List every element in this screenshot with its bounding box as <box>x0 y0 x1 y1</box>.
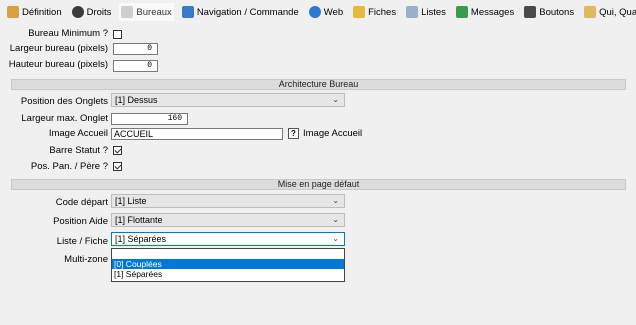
list-icon <box>406 6 419 18</box>
tab-bar: Définition Droits Bureaux Navigation / C… <box>0 0 636 24</box>
folder-icon <box>353 6 366 18</box>
section-architecture-bureau: Architecture Bureau <box>11 79 626 90</box>
tab-boutons[interactable]: Boutons <box>522 3 576 21</box>
hauteur-bureau-label: Hauteur bureau (pixels) <box>8 59 108 70</box>
dropdown-spacer <box>112 249 344 259</box>
barre-statut-label: Barre Statut ? <box>49 145 108 156</box>
navigation-icon <box>181 6 194 18</box>
dropdown-option[interactable]: [0] Couplées <box>112 259 344 269</box>
chevron-down-icon: ⌄ <box>332 95 339 104</box>
pos-pan-checkbox[interactable] <box>113 162 122 171</box>
position-aide-value: [1] Flottante <box>115 215 163 225</box>
largeur-bureau-label: Largeur bureau (pixels) <box>9 43 108 54</box>
globe-icon <box>308 6 321 18</box>
position-onglets-select[interactable]: [1] Dessus ⌄ <box>111 93 345 107</box>
hauteur-bureau-input[interactable]: 0 <box>113 60 158 72</box>
tab-fiches[interactable]: Fiches <box>351 3 398 21</box>
position-onglets-value: [1] Dessus <box>115 95 158 105</box>
messages-icon <box>455 6 468 18</box>
pos-pan-label: Pos. Pan. / Père ? <box>30 161 108 172</box>
liste-fiche-label: Liste / Fiche <box>56 236 108 247</box>
tab-listes[interactable]: Listes <box>404 3 448 21</box>
position-aide-label: Position Aide <box>53 216 108 227</box>
bureau-minimum-checkbox[interactable] <box>113 30 122 39</box>
liste-fiche-dropdown: [0] Couplées [1] Séparées <box>111 248 345 282</box>
who-when-icon <box>584 6 597 18</box>
section-mise-en-page: Mise en page défaut <box>11 179 626 190</box>
pen-icon <box>524 6 537 18</box>
largeur-onglet-input[interactable]: 160 <box>111 113 188 125</box>
image-accueil-help-button[interactable]: ? <box>288 128 299 139</box>
tab-navigation[interactable]: Navigation / Commande <box>180 3 301 21</box>
barre-statut-checkbox[interactable] <box>113 146 122 155</box>
liste-fiche-select[interactable]: [1] Séparées ⌄ <box>111 232 345 246</box>
chevron-down-icon: ⌄ <box>332 215 339 224</box>
multizone-label: Multi-zone <box>64 254 108 265</box>
image-accueil-label: Image Accueil <box>48 128 108 139</box>
position-aide-select[interactable]: [1] Flottante ⌄ <box>111 213 345 227</box>
chevron-down-icon: ⌄ <box>332 196 339 205</box>
user-icon <box>71 6 84 18</box>
bureau-minimum-label: Bureau Minimum ? <box>28 28 108 39</box>
code-depart-value: [1] Liste <box>115 196 147 206</box>
chevron-down-icon: ⌄ <box>332 234 339 243</box>
position-onglets-label: Position des Onglets <box>20 96 108 107</box>
largeur-onglet-label: Largeur max. Onglet <box>21 113 108 124</box>
dropdown-option[interactable]: [1] Séparées <box>112 269 344 279</box>
tab-messages[interactable]: Messages <box>454 3 516 21</box>
definition-icon <box>7 6 19 18</box>
liste-fiche-value: [1] Séparées <box>115 234 167 244</box>
code-depart-select[interactable]: [1] Liste ⌄ <box>111 194 345 208</box>
image-accueil-input[interactable]: ACCUEIL <box>111 128 283 140</box>
tab-web[interactable]: Web <box>307 3 345 21</box>
tab-qui-quand[interactable]: Qui, Quand ? <box>582 3 636 21</box>
tab-bureaux[interactable]: Bureaux <box>119 3 174 21</box>
largeur-bureau-input[interactable]: 0 <box>113 43 158 55</box>
image-accueil-hint: Image Accueil <box>303 128 363 139</box>
tab-droits[interactable]: Droits <box>70 3 114 21</box>
book-icon <box>121 6 134 18</box>
code-depart-label: Code départ <box>55 197 108 208</box>
tab-definition[interactable]: Définition <box>5 3 64 21</box>
